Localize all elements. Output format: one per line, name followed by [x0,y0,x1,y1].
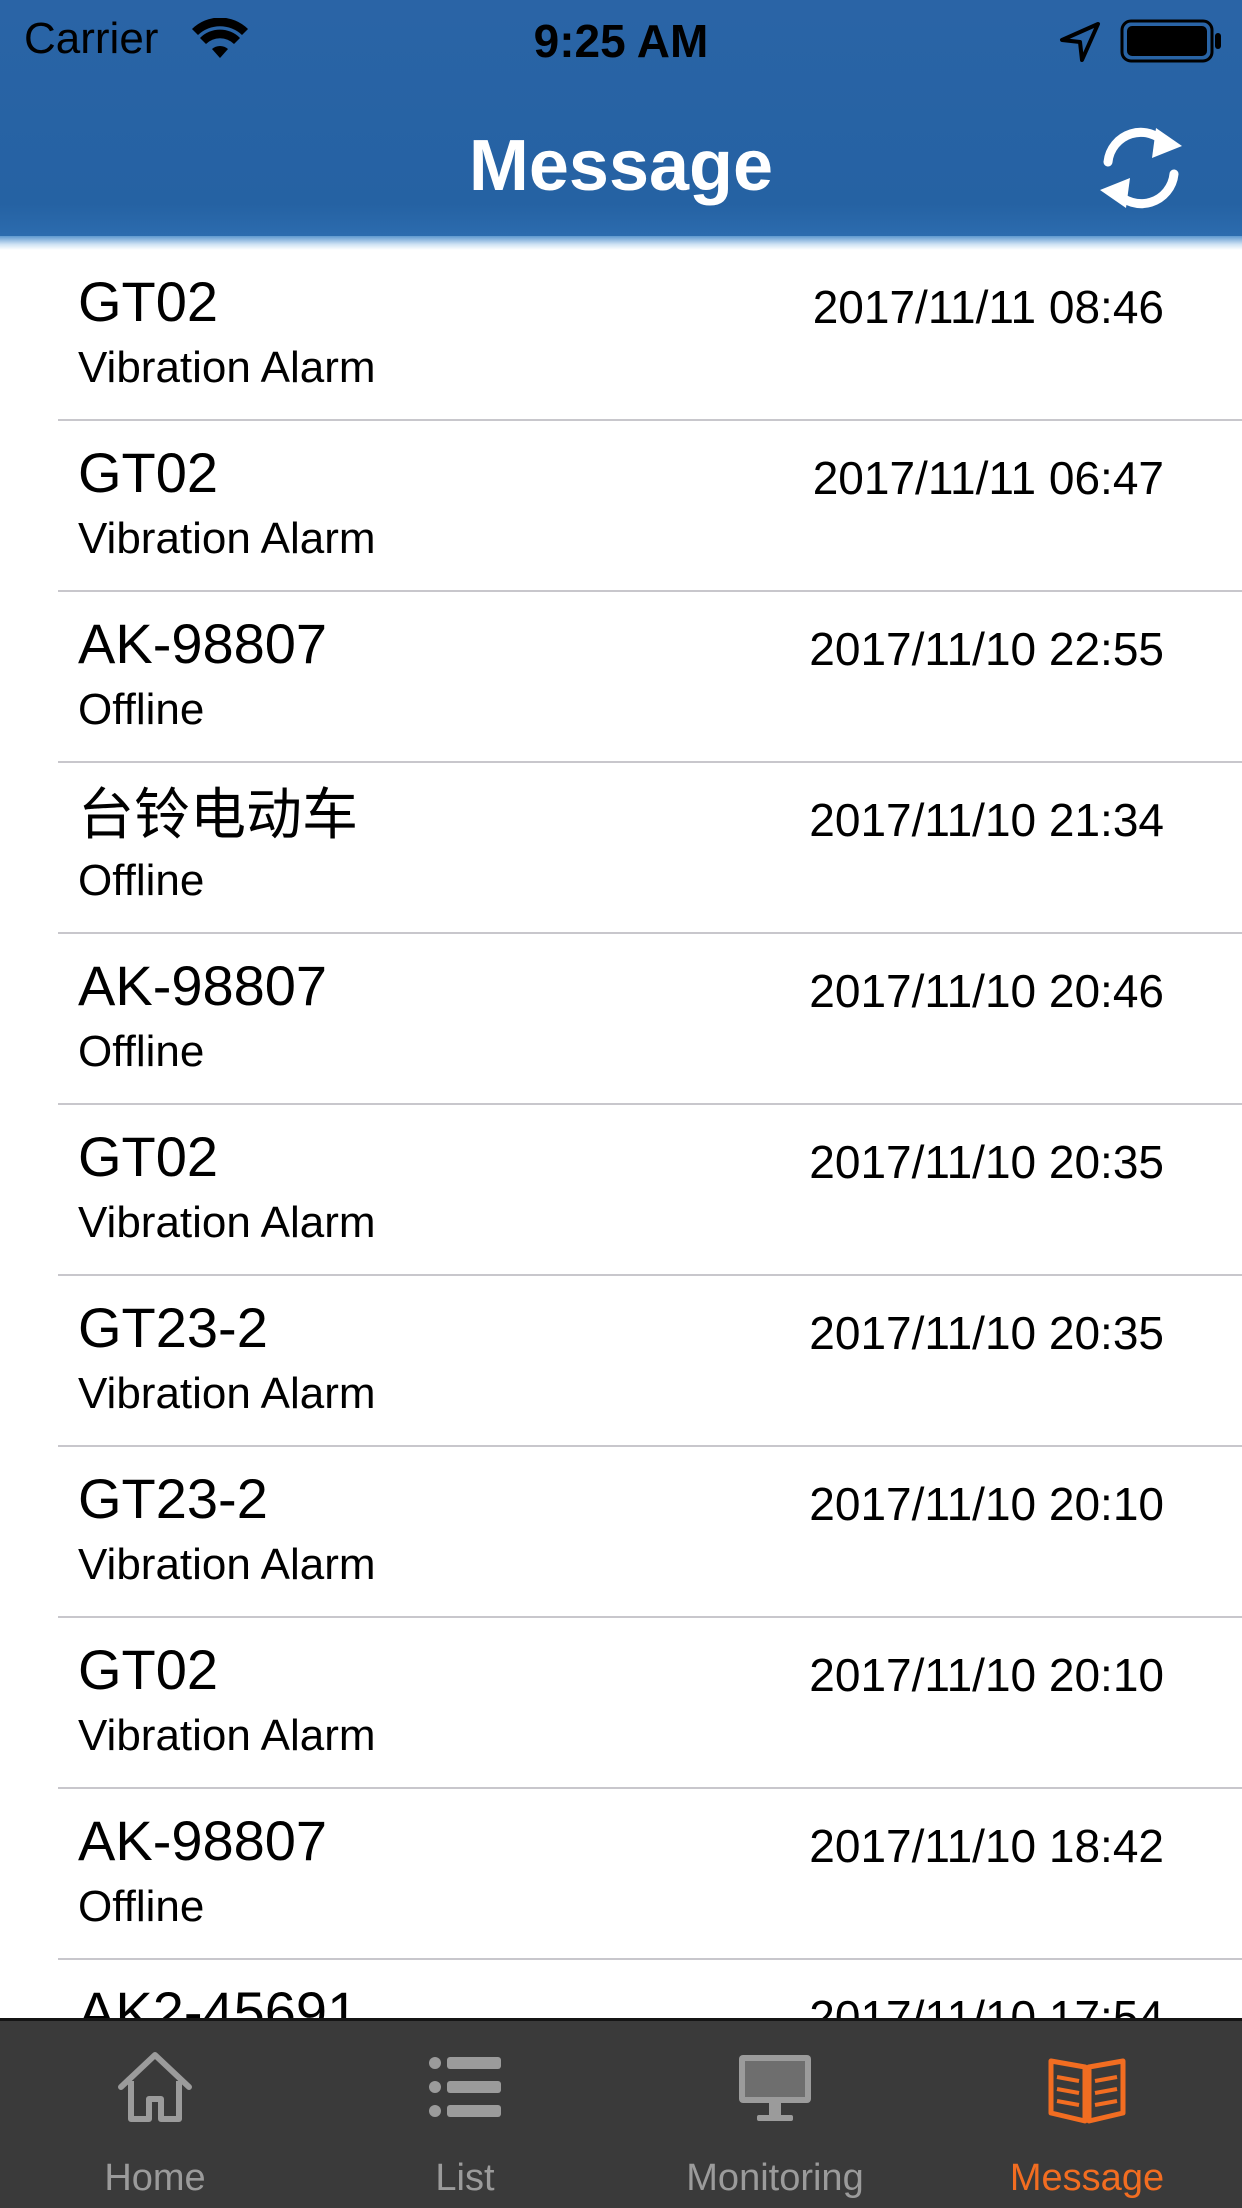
device-name: AK-98807 [78,1809,328,1872]
nav-header: Carrier 9:25 AM Message [0,0,1242,240]
alarm-type: Offline [78,1027,205,1076]
message-time: 2017/11/10 20:46 [809,965,1164,1017]
tab-label: Message [1009,2157,1165,2199]
alarm-type: Vibration Alarm [78,514,376,563]
refresh-icon [1100,127,1182,209]
tab-label: Monitoring [686,2157,864,2199]
tab-list[interactable]: List [310,2021,620,2208]
tab-bar: Home List Monitoring Message [0,2018,1242,2208]
list-icon [429,2057,501,2117]
battery-icon [1120,19,1221,63]
tab-label: List [435,2157,495,2199]
alarm-type: Offline [78,685,205,734]
tab-home[interactable]: Home [0,2021,310,2208]
message-time: 2017/11/11 08:46 [812,281,1164,333]
location-arrow-icon [1060,22,1100,62]
message-time: 2017/11/10 17:54 [809,1991,1164,2018]
alarm-type: Vibration Alarm [78,1711,376,1760]
device-name: AK2-45691 [78,1980,359,2018]
message-row[interactable]: AK-98807 Offline 2017/11/10 22:55 [0,592,1242,763]
alarm-type: Vibration Alarm [78,1540,376,1589]
tab-monitoring[interactable]: Monitoring [620,2021,930,2208]
message-row[interactable]: AK2-45691 2017/11/10 17:54 [0,1960,1242,2018]
message-row[interactable]: AK-98807 Offline 2017/11/10 20:46 [0,934,1242,1105]
message-time: 2017/11/10 22:55 [809,623,1164,675]
message-row[interactable]: GT02 Vibration Alarm 2017/11/11 08:46 [0,250,1242,421]
message-row[interactable]: GT23-2 Vibration Alarm 2017/11/10 20:10 [0,1447,1242,1618]
device-name: GT02 [78,270,219,333]
status-clock: 9:25 AM [533,15,709,67]
message-time: 2017/11/10 20:35 [809,1136,1164,1188]
alarm-type: Vibration Alarm [78,1369,376,1418]
message-list[interactable]: GT02 Vibration Alarm 2017/11/11 08:46 GT… [0,250,1242,2018]
message-row[interactable]: GT02 Vibration Alarm 2017/11/11 06:47 [0,421,1242,592]
message-row[interactable]: GT02 Vibration Alarm 2017/11/10 20:35 [0,1105,1242,1276]
message-row[interactable]: GT02 Vibration Alarm 2017/11/10 20:10 [0,1618,1242,1789]
tab-label: Home [104,2157,206,2199]
message-time: 2017/11/10 21:34 [809,794,1164,846]
device-name: GT23-2 [78,1296,268,1359]
message-row[interactable]: GT23-2 Vibration Alarm 2017/11/10 20:35 [0,1276,1242,1447]
header-divider [0,236,1242,250]
message-book-icon [1048,2058,1126,2124]
device-name: 台铃电动车 [78,783,358,846]
message-row[interactable]: 台铃电动车 Offline 2017/11/10 21:34 [0,763,1242,934]
message-row[interactable]: AK-98807 Offline 2017/11/10 18:42 [0,1789,1242,1960]
device-name: GT23-2 [78,1467,268,1530]
refresh-button[interactable] [1090,122,1192,214]
message-time: 2017/11/10 20:10 [809,1649,1164,1701]
message-screen: Carrier 9:25 AM Message GT02 Vibration A… [0,0,1242,2208]
page-title: Message [468,126,774,206]
monitor-icon [739,2055,811,2121]
device-name: GT02 [78,1125,219,1188]
home-icon [118,2052,192,2122]
message-time: 2017/11/10 18:42 [809,1820,1164,1872]
device-name: GT02 [78,441,219,504]
message-time: 2017/11/10 20:10 [809,1478,1164,1530]
device-name: AK-98807 [78,954,328,1017]
alarm-type: Offline [78,856,205,905]
alarm-type: Vibration Alarm [78,1198,376,1247]
device-name: AK-98807 [78,612,328,675]
tab-message[interactable]: Message [932,2021,1242,2208]
device-name: GT02 [78,1638,219,1701]
alarm-type: Offline [78,1882,205,1931]
message-time: 2017/11/11 06:47 [812,452,1164,504]
message-time: 2017/11/10 20:35 [809,1307,1164,1359]
status-bar: Carrier 9:25 AM [0,0,1242,84]
alarm-type: Vibration Alarm [78,343,376,392]
